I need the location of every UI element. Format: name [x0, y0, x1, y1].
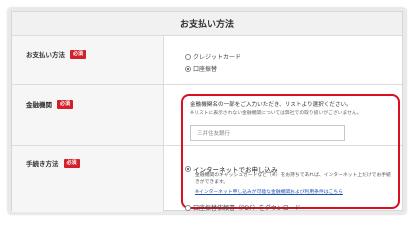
radio-selected-icon [185, 65, 191, 72]
radio-circle-icon [185, 204, 191, 211]
window-frame: お支払い方法 お支払い方法 必須 クレジットカード 口座振替 金融機関 必須 金… [8, 8, 406, 214]
required-badge: 必須 [57, 99, 74, 109]
bank-label: 金融機関 必須 [26, 99, 74, 109]
bank-instruction: 金融機関名の一部をご入力いただき、リストより選択ください。 [190, 102, 352, 108]
radio-bank-transfer[interactable]: 口座振替 [185, 64, 217, 73]
procedure-label: 手続き方法 必須 [26, 158, 80, 168]
header: お支払い方法 [12, 12, 402, 36]
radio-selected-icon [185, 166, 191, 172]
payment-form-panel: お支払い方法 お支払い方法 必須 クレジットカード 口座振替 金融機関 必須 金… [11, 11, 403, 212]
payment-method-label: お支払い方法 必須 [26, 49, 87, 59]
radio-credit-card[interactable]: クレジットカード [185, 52, 241, 61]
required-badge: 必須 [63, 158, 80, 168]
page-title: お支払い方法 [179, 20, 234, 30]
required-badge: 必須 [70, 49, 87, 59]
label-column [12, 36, 164, 212]
bank-note: ※リストに表示されない金融機関については弊社での取り扱いがございません。 [190, 111, 362, 116]
online-description: 金融機関のキャッシュカードなど（※）をお持ちであれば、インターネット上だけでお手… [195, 173, 391, 185]
row-divider [12, 84, 402, 85]
radio-pdf-download[interactable]: 口座振替依頼書（PDF）をダウンロード [185, 203, 301, 212]
radio-circle-icon [185, 53, 191, 60]
eligible-banks-link[interactable]: ※インターネット申し込みが可能な金融機関および利用条件はこちら [195, 188, 343, 195]
bank-search-input[interactable] [190, 125, 345, 141]
